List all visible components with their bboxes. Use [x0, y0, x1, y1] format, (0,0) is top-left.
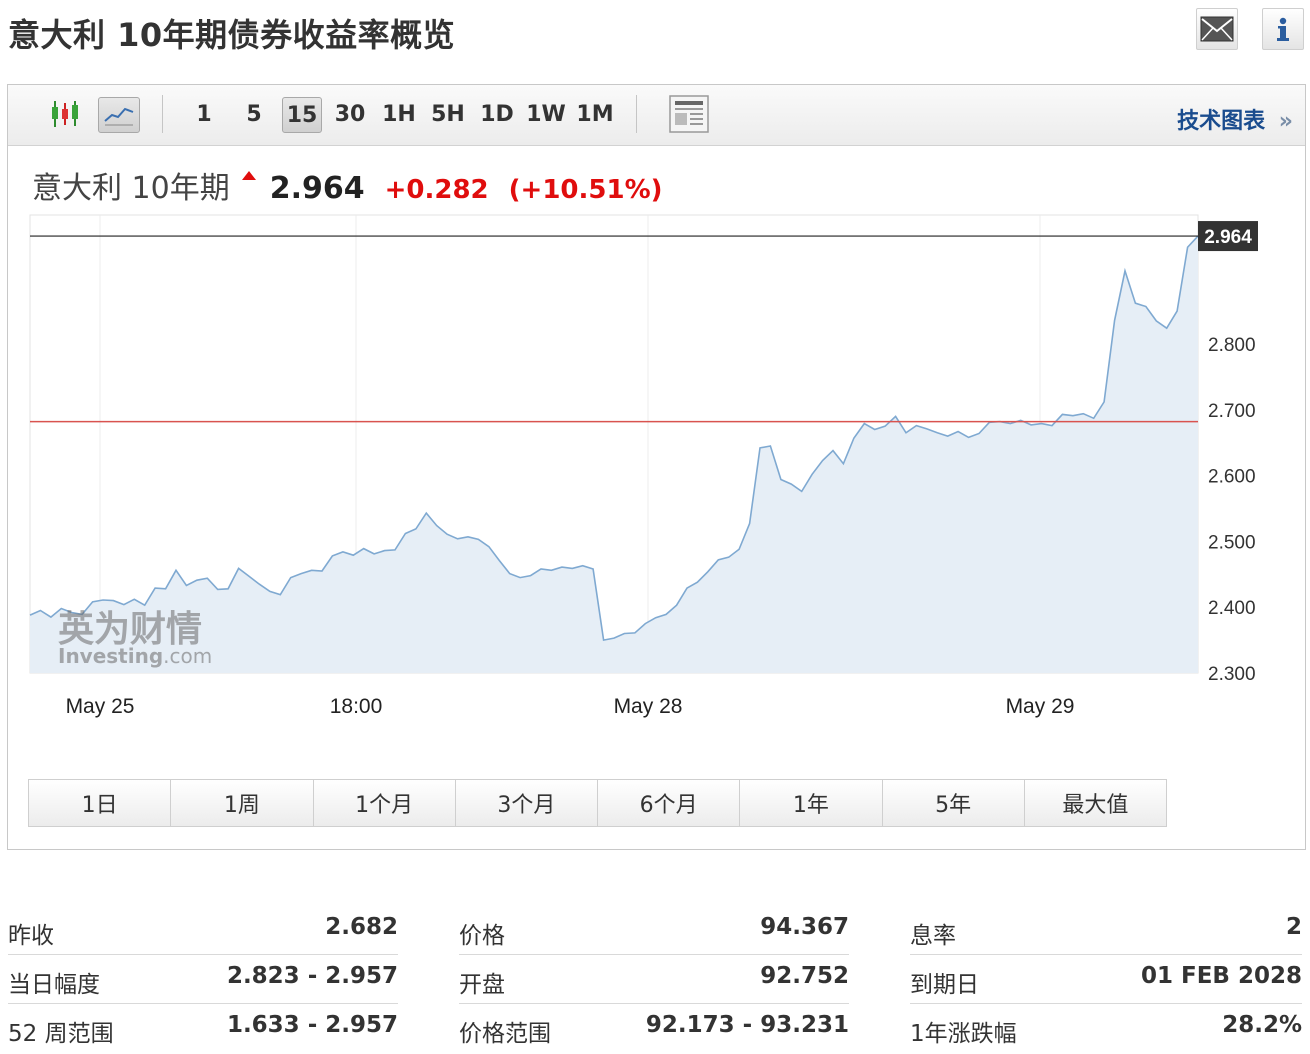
svg-text:Investing.com: Investing.com — [58, 644, 212, 668]
stat-row: 1年涨跌幅 28.2% — [910, 1006, 1302, 1052]
stats-column-1: 昨收 2.682 当日幅度 2.823 - 2.957 52 周范围 1.633 - … — [8, 908, 398, 1054]
stat-label: 52 周范围 — [8, 1021, 114, 1047]
info-icon — [1277, 17, 1289, 41]
stat-label: 昨收 — [8, 923, 54, 949]
investing-watermark: 英为财情 Investing.com — [58, 609, 212, 668]
stat-label: 到期日 — [910, 972, 979, 998]
stat-row: 昨收 2.682 — [8, 908, 398, 955]
y-tick-label: 2.700 — [1208, 401, 1256, 422]
range-1w[interactable]: 1周 — [170, 779, 314, 827]
stats-column-3: 息率 2 到期日 01 FEB 2028 1年涨跌幅 28.2% — [910, 908, 1302, 1054]
stat-label: 当日幅度 — [8, 972, 100, 998]
stat-label: 息率 — [910, 923, 956, 949]
y-tick-label: 2.600 — [1208, 467, 1256, 488]
stat-row: 到期日 01 FEB 2028 — [910, 957, 1302, 1004]
info-button[interactable] — [1262, 8, 1304, 50]
y-tick-label: 2.500 — [1208, 532, 1256, 553]
stat-value: 2.682 — [325, 914, 398, 940]
chart-panel: 1 5 15 30 1H 5H 1D 1W 1M 技术图表 » 意大利 10年期 — [7, 84, 1306, 850]
range-1m[interactable]: 1个月 — [312, 779, 456, 827]
x-axis: May 25 18:00 May 28 May 29 — [66, 695, 1075, 718]
y-tick-label: 2.400 — [1208, 598, 1256, 619]
stat-label: 开盘 — [459, 972, 505, 998]
stat-value: 01 FEB 2028 — [1141, 963, 1302, 989]
x-tick-label: May 28 — [614, 695, 683, 718]
price-chart[interactable]: 2.300 2.400 2.500 2.600 2.700 2.800 May 25 18:… — [8, 85, 1305, 765]
mail-icon — [1200, 16, 1234, 42]
last-price-marker-label: 2.964 — [1204, 227, 1252, 248]
stat-value: 94.367 — [760, 914, 849, 940]
x-tick-label: May 25 — [66, 695, 135, 718]
stat-value: 92.173 - 93.231 — [645, 1012, 849, 1038]
range-6m[interactable]: 6个月 — [597, 779, 741, 827]
range-1y[interactable]: 1年 — [739, 779, 883, 827]
watermark-en: Investing — [58, 644, 163, 668]
range-3m[interactable]: 3个月 — [454, 779, 598, 827]
range-5y[interactable]: 5年 — [881, 779, 1025, 827]
y-tick-label: 2.800 — [1208, 335, 1256, 356]
stat-row: 价格范围 92.173 - 93.231 — [459, 1006, 849, 1052]
stat-row: 息率 2 — [910, 908, 1302, 955]
y-tick-label: 2.300 — [1208, 664, 1256, 685]
stat-row: 价格 94.367 — [459, 908, 849, 955]
range-1d[interactable]: 1日 — [28, 779, 172, 827]
stat-label: 价格范围 — [459, 1021, 551, 1047]
stat-value: 1.633 - 2.957 — [226, 1012, 398, 1038]
x-tick-label: 18:00 — [330, 695, 383, 718]
page-title: 意大利 10年期债券收益率概览 — [8, 16, 456, 54]
stat-value: 2 — [1285, 914, 1302, 940]
stats-column-2: 价格 94.367 开盘 92.752 价格范围 92.173 - 93.231 — [459, 908, 849, 1054]
stat-value: 28.2% — [1222, 1012, 1302, 1038]
stat-label: 1年涨跌幅 — [910, 1021, 1017, 1047]
x-tick-label: May 29 — [1006, 695, 1075, 718]
time-range-selector: 1日 1周 1个月 3个月 6个月 1年 5年 最大值 — [28, 779, 1167, 827]
stat-row: 当日幅度 2.823 - 2.957 — [8, 957, 398, 1004]
email-button[interactable] — [1196, 8, 1238, 50]
stat-row: 开盘 92.752 — [459, 957, 849, 1004]
watermark-suffix: .com — [163, 644, 212, 668]
y-axis: 2.300 2.400 2.500 2.600 2.700 2.800 — [1208, 335, 1256, 685]
stat-row: 52 周范围 1.633 - 2.957 — [8, 1006, 398, 1052]
stat-label: 价格 — [459, 923, 505, 949]
range-max[interactable]: 最大值 — [1023, 779, 1167, 827]
stat-value: 2.823 - 2.957 — [226, 963, 398, 989]
stat-value: 92.752 — [760, 963, 849, 989]
